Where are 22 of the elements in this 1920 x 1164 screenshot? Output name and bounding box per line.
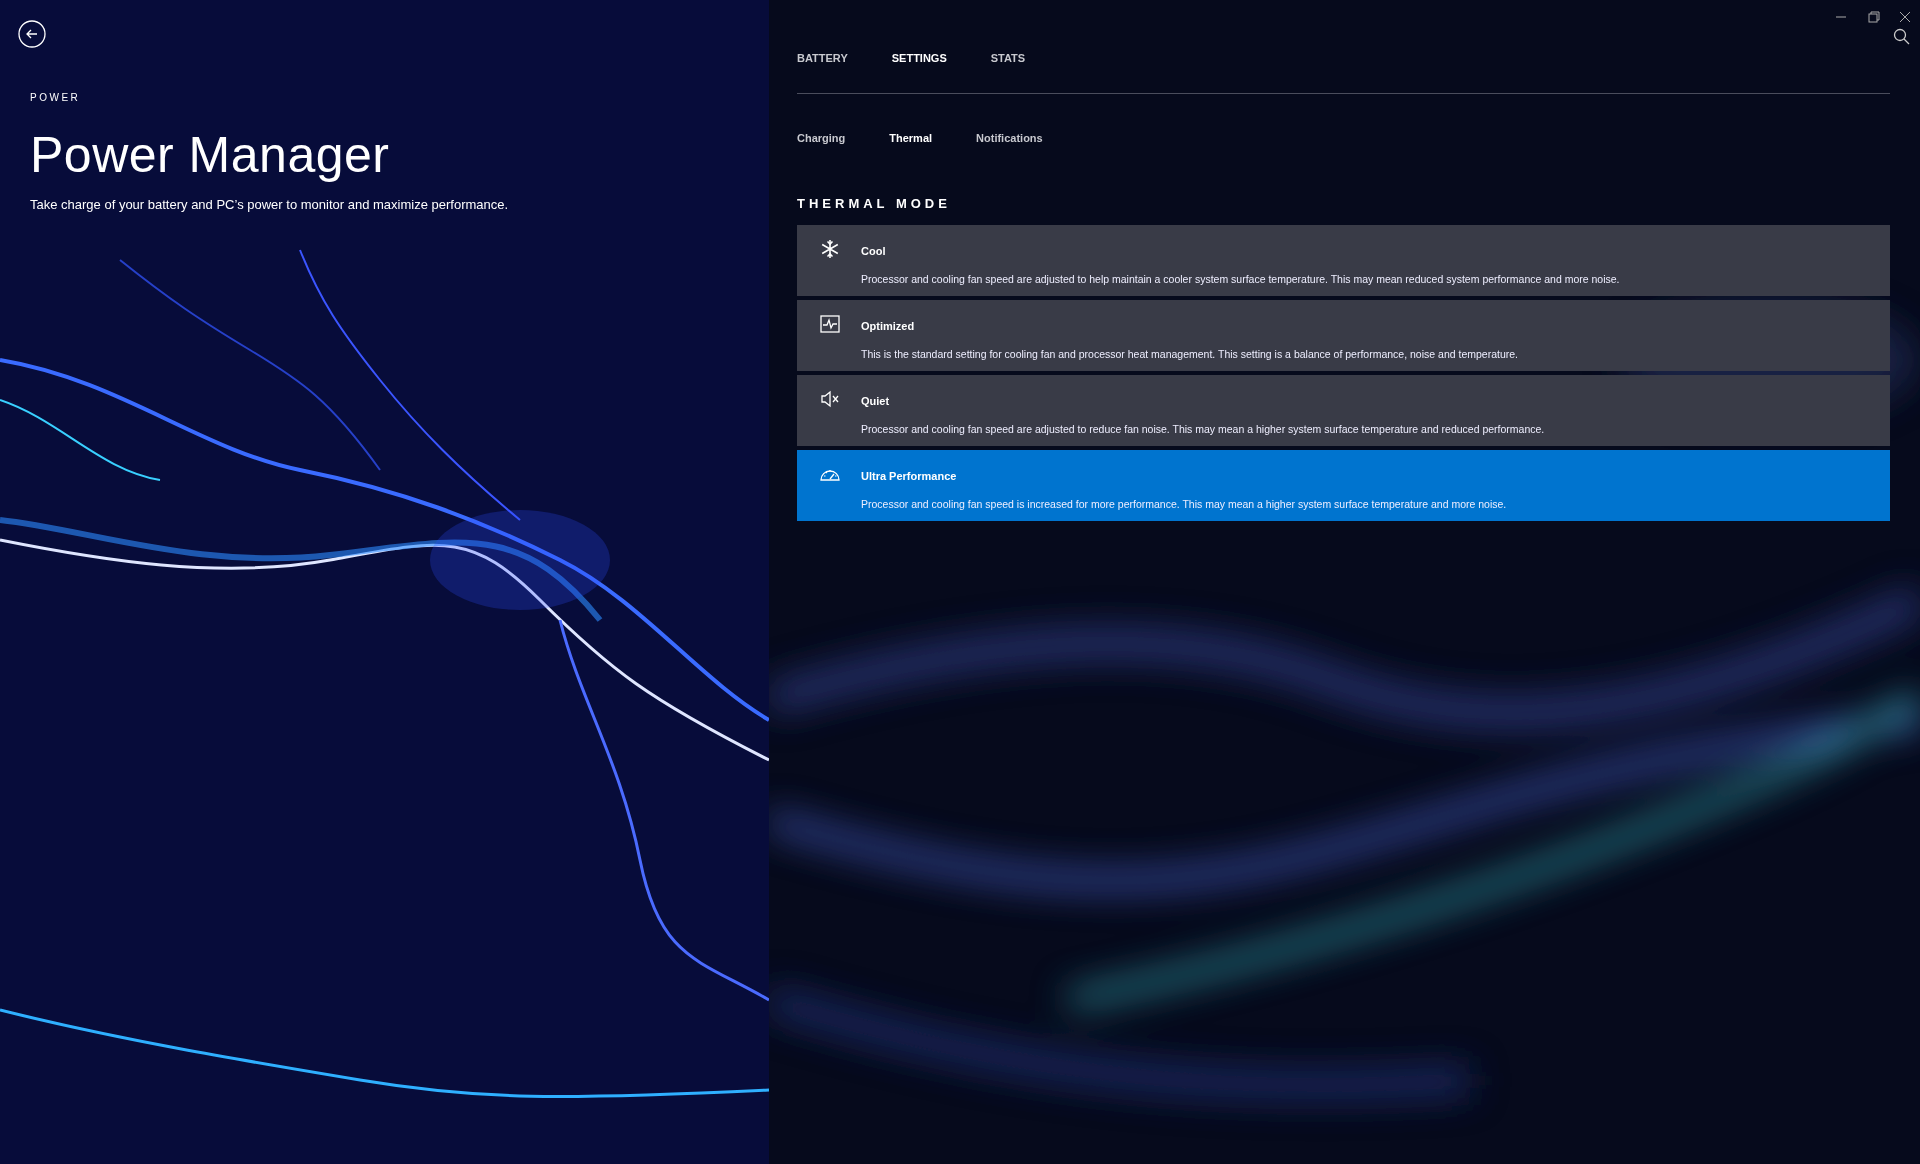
mode-description: Processor and cooling fan speed is increased for more performance. This may mean a higher system surface temperature and more noise. xyxy=(861,497,1507,512)
tab[interactable]: BATTERY xyxy=(797,50,848,67)
mode-description: Processor and cooling fan speed are adjusted to reduce fan noise. This may mean a higher system surface temperature and reduced performance. xyxy=(861,422,1545,437)
tab[interactable]: STATS xyxy=(990,50,1026,67)
mode-description: Processor and cooling fan speed are adjusted to help maintain a cooler system surface temperature. This may mean reduced system performance and more noise. xyxy=(861,272,1620,287)
speaker-mute-icon xyxy=(819,388,841,410)
mode-option[interactable]: Cool Processor and cooling fan speed are adjusted to help maintain a cooler system surface temperature. This may mean reduced system performance and more noise. xyxy=(797,225,1890,296)
subtab[interactable]: Charging xyxy=(797,129,846,146)
snowflake-icon xyxy=(819,238,841,260)
mode-option[interactable]: Optimized This is the standard setting for cooling fan and processor heat management. This setting is a balance of performance, noise and temperature. xyxy=(797,300,1890,371)
mode-title: Cool xyxy=(861,244,886,259)
mode-title: Optimized xyxy=(861,319,915,334)
subtab[interactable]: Thermal xyxy=(889,129,933,146)
mode-title: Ultra Performance xyxy=(861,469,957,484)
mode-option[interactable]: Ultra Performance Processor and cooling fan speed is increased for more performance. This may mean a higher system surface temperature and more noise. xyxy=(797,450,1890,521)
mode-option[interactable]: Quiet Processor and cooling fan speed are adjusted to reduce fan noise. This may mean a higher system surface temperature and reduced performance. xyxy=(797,375,1890,446)
section-heading: THERMAL MODE xyxy=(797,195,951,213)
pulse-chart-icon xyxy=(819,313,841,335)
tab[interactable]: SETTINGS xyxy=(891,50,947,67)
mode-title: Quiet xyxy=(861,394,890,409)
mode-description: This is the standard setting for cooling fan and processor heat management. This setting is a balance of performance, noise and temperature. xyxy=(861,347,1518,362)
subtab[interactable]: Notifications xyxy=(976,129,1043,146)
